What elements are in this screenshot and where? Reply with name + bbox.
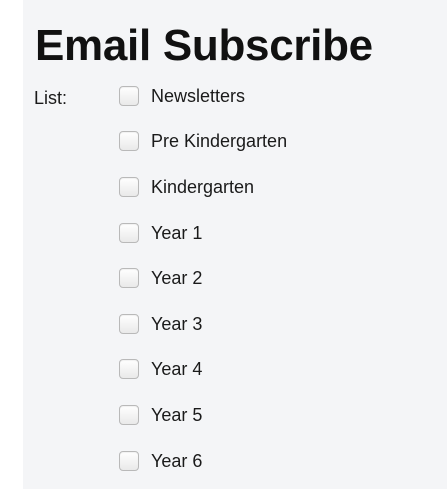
option-label: Year 3 bbox=[151, 313, 203, 334]
option-label: Pre Kindergarten bbox=[151, 131, 288, 152]
option-year-6[interactable]: Year 6 bbox=[119, 438, 287, 484]
option-year-1[interactable]: Year 1 bbox=[119, 210, 287, 256]
list-label: List: bbox=[34, 88, 68, 108]
pre-kindergarten-checkbox[interactable] bbox=[119, 131, 139, 152]
newsletters-checkbox[interactable] bbox=[119, 85, 139, 106]
option-label: Year 5 bbox=[151, 404, 203, 425]
option-label: Year 6 bbox=[151, 450, 203, 471]
option-year-3[interactable]: Year 3 bbox=[119, 301, 287, 347]
year-5-checkbox[interactable] bbox=[119, 404, 139, 425]
year-2-checkbox[interactable] bbox=[119, 268, 139, 289]
option-label: Year 2 bbox=[151, 268, 203, 289]
option-label: Year 4 bbox=[151, 359, 203, 380]
option-kindergarten[interactable]: Kindergarten bbox=[119, 164, 287, 210]
option-year-2[interactable]: Year 2 bbox=[119, 255, 287, 301]
option-year-5[interactable]: Year 5 bbox=[119, 392, 287, 438]
form-title: Email Subscribe bbox=[35, 21, 373, 70]
year-6-checkbox[interactable] bbox=[119, 450, 139, 471]
year-4-checkbox[interactable] bbox=[119, 359, 139, 380]
option-newsletters[interactable]: Newsletters bbox=[119, 73, 287, 119]
option-label: Year 1 bbox=[151, 222, 203, 243]
year-3-checkbox[interactable] bbox=[119, 313, 139, 334]
subscription-list: Newsletters Pre Kindergarten Kindergarte… bbox=[119, 83, 287, 493]
year-1-checkbox[interactable] bbox=[119, 222, 139, 243]
option-label: Newsletters bbox=[151, 85, 246, 106]
option-year-4[interactable]: Year 4 bbox=[119, 347, 287, 393]
kindergarten-checkbox[interactable] bbox=[119, 176, 139, 197]
option-pre-kindergarten[interactable]: Pre Kindergarten bbox=[119, 119, 287, 165]
option-label: Kindergarten bbox=[151, 176, 255, 197]
